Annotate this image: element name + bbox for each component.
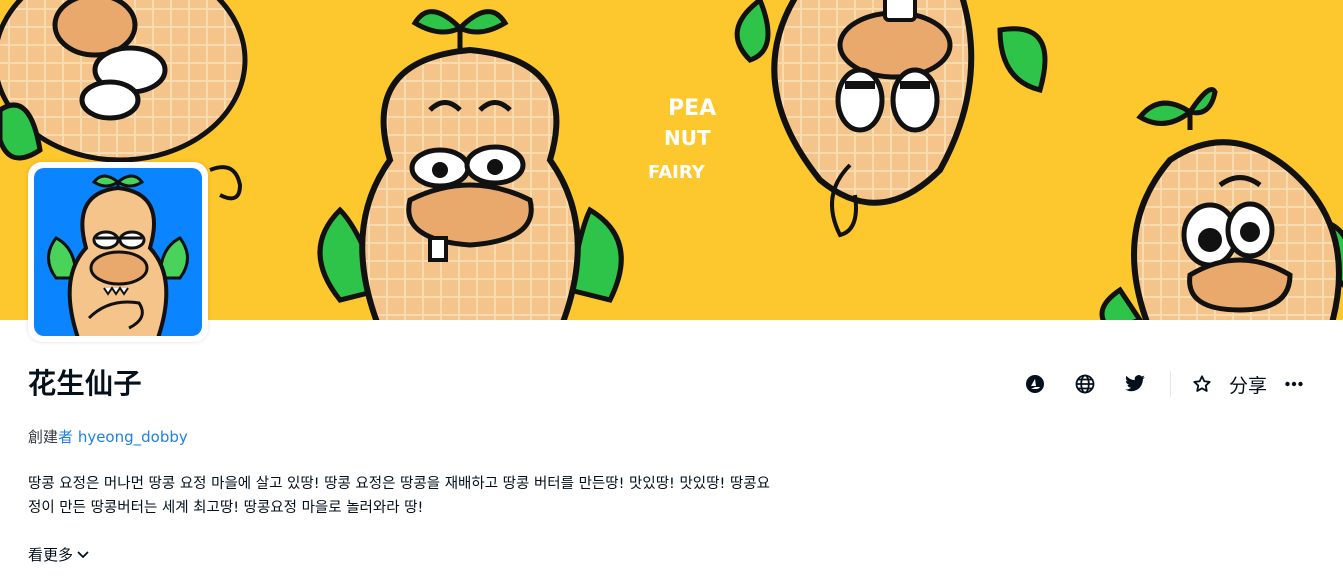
share-button[interactable]: 分享	[1219, 371, 1267, 398]
actions-divider	[1169, 371, 1171, 397]
collection-avatar	[28, 162, 208, 342]
description-line: 땅콩 요정은 머나먼 땅콩 요정 마을에 살고 있땅! 땅콩 요정은 땅콩을 재…	[28, 476, 770, 492]
description-line: 정이 만든 땅콩버터는 세계 최고땅! 땅콩요정 마을로 놀러와라 땅!	[28, 500, 424, 516]
see-more-button[interactable]: 看更多	[28, 544, 89, 565]
collection-actions: 分享	[1002, 368, 1303, 400]
svg-text:NUT: NUT	[664, 126, 711, 150]
globe-icon[interactable]	[1068, 368, 1102, 400]
peanut-fairy-logo: PEA NUT FAIRY	[648, 96, 716, 183]
twitter-icon[interactable]	[1118, 368, 1152, 400]
more-options-button[interactable]	[1285, 381, 1303, 387]
see-more-label: 看更多	[28, 546, 74, 564]
more-horizontal-icon	[1285, 381, 1303, 387]
avatar-image	[34, 168, 202, 336]
collection-description: 땅콩 요정은 머나먼 땅콩 요정 마을에 살고 있땅! 땅콩 요정은 땅콩을 재…	[28, 472, 928, 520]
peanut-character-2	[317, 9, 624, 320]
share-label: 分享	[1228, 374, 1267, 397]
star-icon[interactable]	[1185, 368, 1219, 400]
svg-text:FAIRY: FAIRY	[648, 162, 706, 183]
avatar-illustration	[47, 174, 189, 336]
creator-by-label[interactable]: 者	[58, 428, 73, 446]
svg-text:PEA: PEA	[668, 96, 716, 121]
collection-title: 花生仙子	[28, 367, 143, 400]
creator-line: 創建者 hyeong_dobby	[28, 426, 188, 447]
peanut-character-4	[1099, 87, 1343, 320]
opensea-icon[interactable]	[1018, 368, 1052, 400]
peanut-character-3	[734, 0, 1048, 238]
creator-prefix: 創建	[28, 428, 59, 446]
creator-link[interactable]: hyeong_dobby	[78, 428, 188, 446]
chevron-down-icon	[77, 551, 89, 558]
